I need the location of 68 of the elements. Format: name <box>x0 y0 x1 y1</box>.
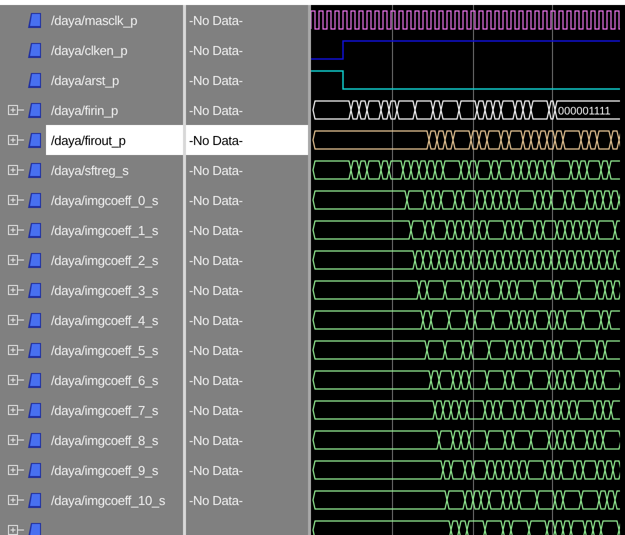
signal-value: -No Data- <box>189 372 243 388</box>
signal-value: -No Data- <box>189 162 243 178</box>
signal-icon <box>28 42 41 58</box>
signal-value: -No Data- <box>189 342 243 358</box>
bus-value-label: 000001111 <box>558 106 611 118</box>
signal-value: -No Data- <box>189 282 243 298</box>
signal-name: /daya/imgcoeff_10_s <box>51 492 166 508</box>
signal-icon <box>28 192 41 208</box>
signal-value: -No Data- <box>189 42 243 58</box>
signal-icon <box>28 72 41 88</box>
expand-icon[interactable] <box>8 464 24 476</box>
expand-icon[interactable] <box>8 344 24 356</box>
signal-name: /daya/clken_p <box>51 42 128 58</box>
expand-icon[interactable] <box>8 494 24 506</box>
signal-value: -No Data- <box>189 312 243 328</box>
signal-name: /daya/imgcoeff_4_s <box>51 312 158 328</box>
signal-name: /daya/arst_p <box>51 72 119 88</box>
signal-value: -No Data- <box>189 72 243 88</box>
expand-icon[interactable] <box>8 104 24 116</box>
signal-name: /daya/firin_p <box>51 102 118 118</box>
signal-value: -No Data- <box>189 492 243 508</box>
signal-icon <box>28 312 41 328</box>
signal-value: -No Data- <box>189 102 243 118</box>
expand-icon[interactable] <box>8 194 24 206</box>
signal-name: /daya/firout_p <box>51 132 126 148</box>
expand-icon[interactable] <box>8 434 24 446</box>
signal-name: /daya/imgcoeff_9_s <box>51 462 158 478</box>
signal-icon <box>28 132 41 148</box>
signal-value: -No Data- <box>189 462 243 478</box>
expand-icon[interactable] <box>8 314 24 326</box>
signal-icon <box>28 492 41 508</box>
expand-icon[interactable] <box>8 224 24 236</box>
signal-name: /daya/imgcoeff_8_s <box>51 432 158 448</box>
signal-name: /daya/masclk_p <box>51 12 138 28</box>
expand-icon[interactable] <box>8 404 24 416</box>
signal-name: /daya/imgcoeff_6_s <box>51 372 158 388</box>
signal-icon <box>28 462 41 478</box>
signal-value: -No Data- <box>189 132 243 148</box>
signal-name: /daya/sftreg_s <box>51 162 128 178</box>
signal-value: -No Data- <box>189 252 243 268</box>
expand-icon[interactable] <box>8 374 24 386</box>
signal-value: -No Data- <box>189 402 243 418</box>
signal-icon <box>28 372 41 388</box>
expand-icon[interactable] <box>8 254 24 266</box>
signal-value: -No Data- <box>189 222 243 238</box>
signal-icon <box>28 432 41 448</box>
signal-icon <box>28 282 41 298</box>
signal-name: /daya/imgcoeff_7_s <box>51 402 158 418</box>
signal-name: /daya/imgcoeff_0_s <box>51 192 158 208</box>
signal-icon <box>28 222 41 238</box>
signal-value: -No Data- <box>189 192 243 208</box>
signal-name: /daya/imgcoeff_1_s <box>51 222 158 238</box>
signal-icon <box>28 342 41 358</box>
signal-icon <box>28 102 41 118</box>
signal-name: /daya/imgcoeff_2_s <box>51 252 158 268</box>
expand-icon[interactable] <box>8 164 24 176</box>
signal-icon <box>28 522 41 535</box>
expand-icon[interactable] <box>8 524 24 535</box>
expand-icon[interactable] <box>8 134 24 146</box>
expand-icon[interactable] <box>8 284 24 296</box>
signal-value: -No Data- <box>189 12 243 28</box>
signal-icon <box>28 162 41 178</box>
signal-icon <box>28 252 41 268</box>
signal-icon <box>28 12 41 28</box>
signal-icon <box>28 402 41 418</box>
signal-value: -No Data- <box>189 432 243 448</box>
signal-name: /daya/imgcoeff_5_s <box>51 342 158 358</box>
signal-name: /daya/imgcoeff_3_s <box>51 282 158 298</box>
